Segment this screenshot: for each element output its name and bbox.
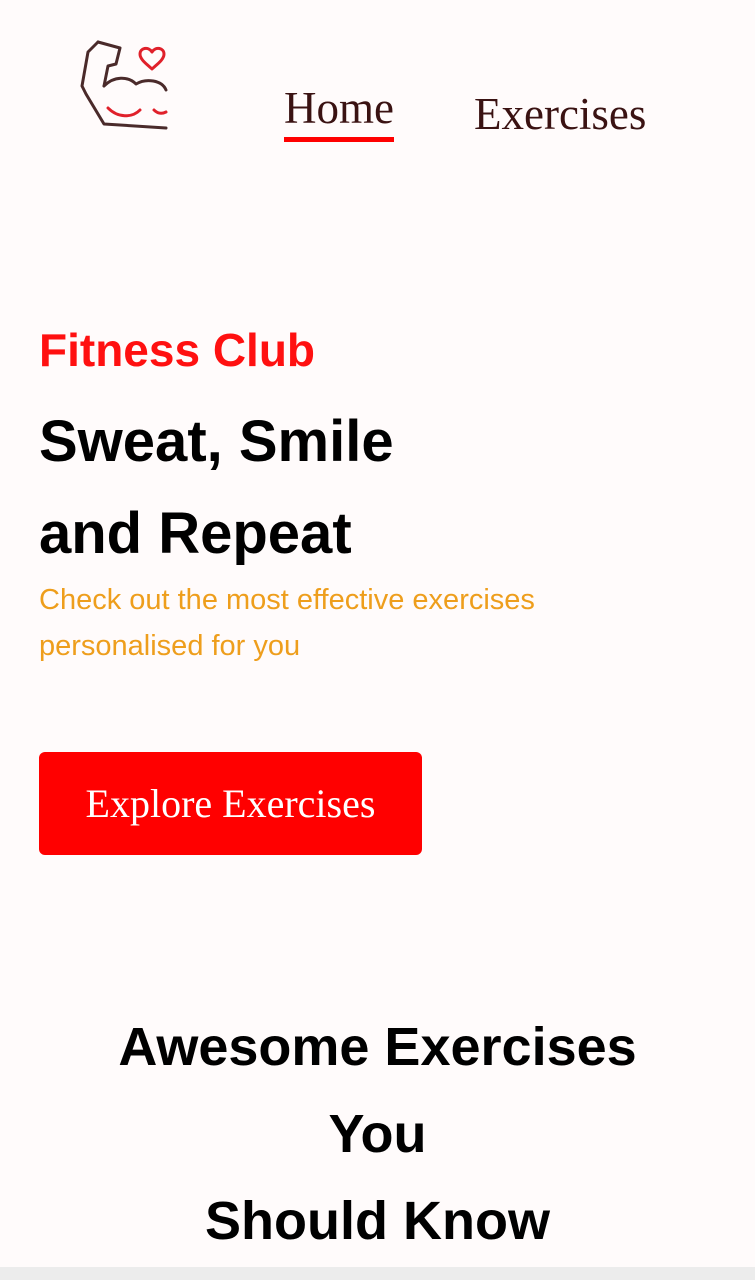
section-title-line: Awesome Exercises	[118, 1017, 637, 1077]
nav-home-link[interactable]: Home	[284, 86, 394, 142]
hero-title-line: Sweat, Smile	[39, 409, 394, 474]
flexed-arm-heart-icon	[80, 40, 168, 130]
hero-description-line: Check out the most effective exercises	[39, 584, 535, 616]
explore-exercises-button[interactable]: Explore Exercises	[39, 752, 422, 855]
navbar: Home Exercises	[0, 0, 755, 150]
logo[interactable]	[76, 38, 172, 134]
nav-exercises-link[interactable]: Exercises	[474, 92, 646, 137]
hero-eyebrow: Fitness Club	[39, 324, 316, 376]
section-title-line: You	[328, 1104, 427, 1164]
hero-title-line: and Repeat	[39, 501, 352, 566]
page-bottom-edge	[0, 1267, 755, 1280]
section-title-line: Should Know	[205, 1191, 550, 1251]
section-title: Awesome Exercises You Should Know	[0, 1004, 755, 1265]
hero-title: Sweat, Smile and Repeat	[39, 396, 394, 580]
hero-description: Check out the most effective exercises p…	[39, 577, 639, 669]
hero-description-line: personalised for you	[39, 630, 301, 662]
